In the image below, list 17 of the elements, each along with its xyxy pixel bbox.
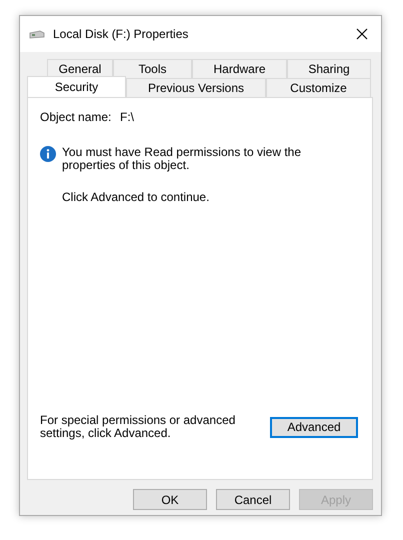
- ok-button[interactable]: OK: [133, 489, 207, 510]
- info-icon: [40, 146, 56, 162]
- window-title: Local Disk (F:) Properties: [53, 27, 190, 41]
- continue-text: Click Advanced to continue.: [62, 190, 210, 204]
- object-name-label: Object name:: [40, 110, 112, 124]
- tab[interactable]: Security: [27, 76, 126, 97]
- tab[interactable]: Customize: [266, 78, 371, 97]
- tab[interactable]: Previous Versions: [126, 78, 266, 97]
- tab[interactable]: Hardware: [192, 59, 287, 78]
- tab[interactable]: Tools: [113, 59, 192, 78]
- drive-icon: [29, 29, 45, 39]
- info-message: You must have Read permissions to view the properties of this object.: [62, 146, 302, 172]
- object-name-value: F:\: [120, 110, 134, 124]
- advanced-button[interactable]: Advanced: [270, 416, 358, 438]
- tab[interactable]: Sharing: [287, 59, 371, 78]
- advanced-note: For special permissions or advanced settings, click Advanced.: [40, 414, 236, 440]
- cancel-button[interactable]: Cancel: [216, 489, 290, 510]
